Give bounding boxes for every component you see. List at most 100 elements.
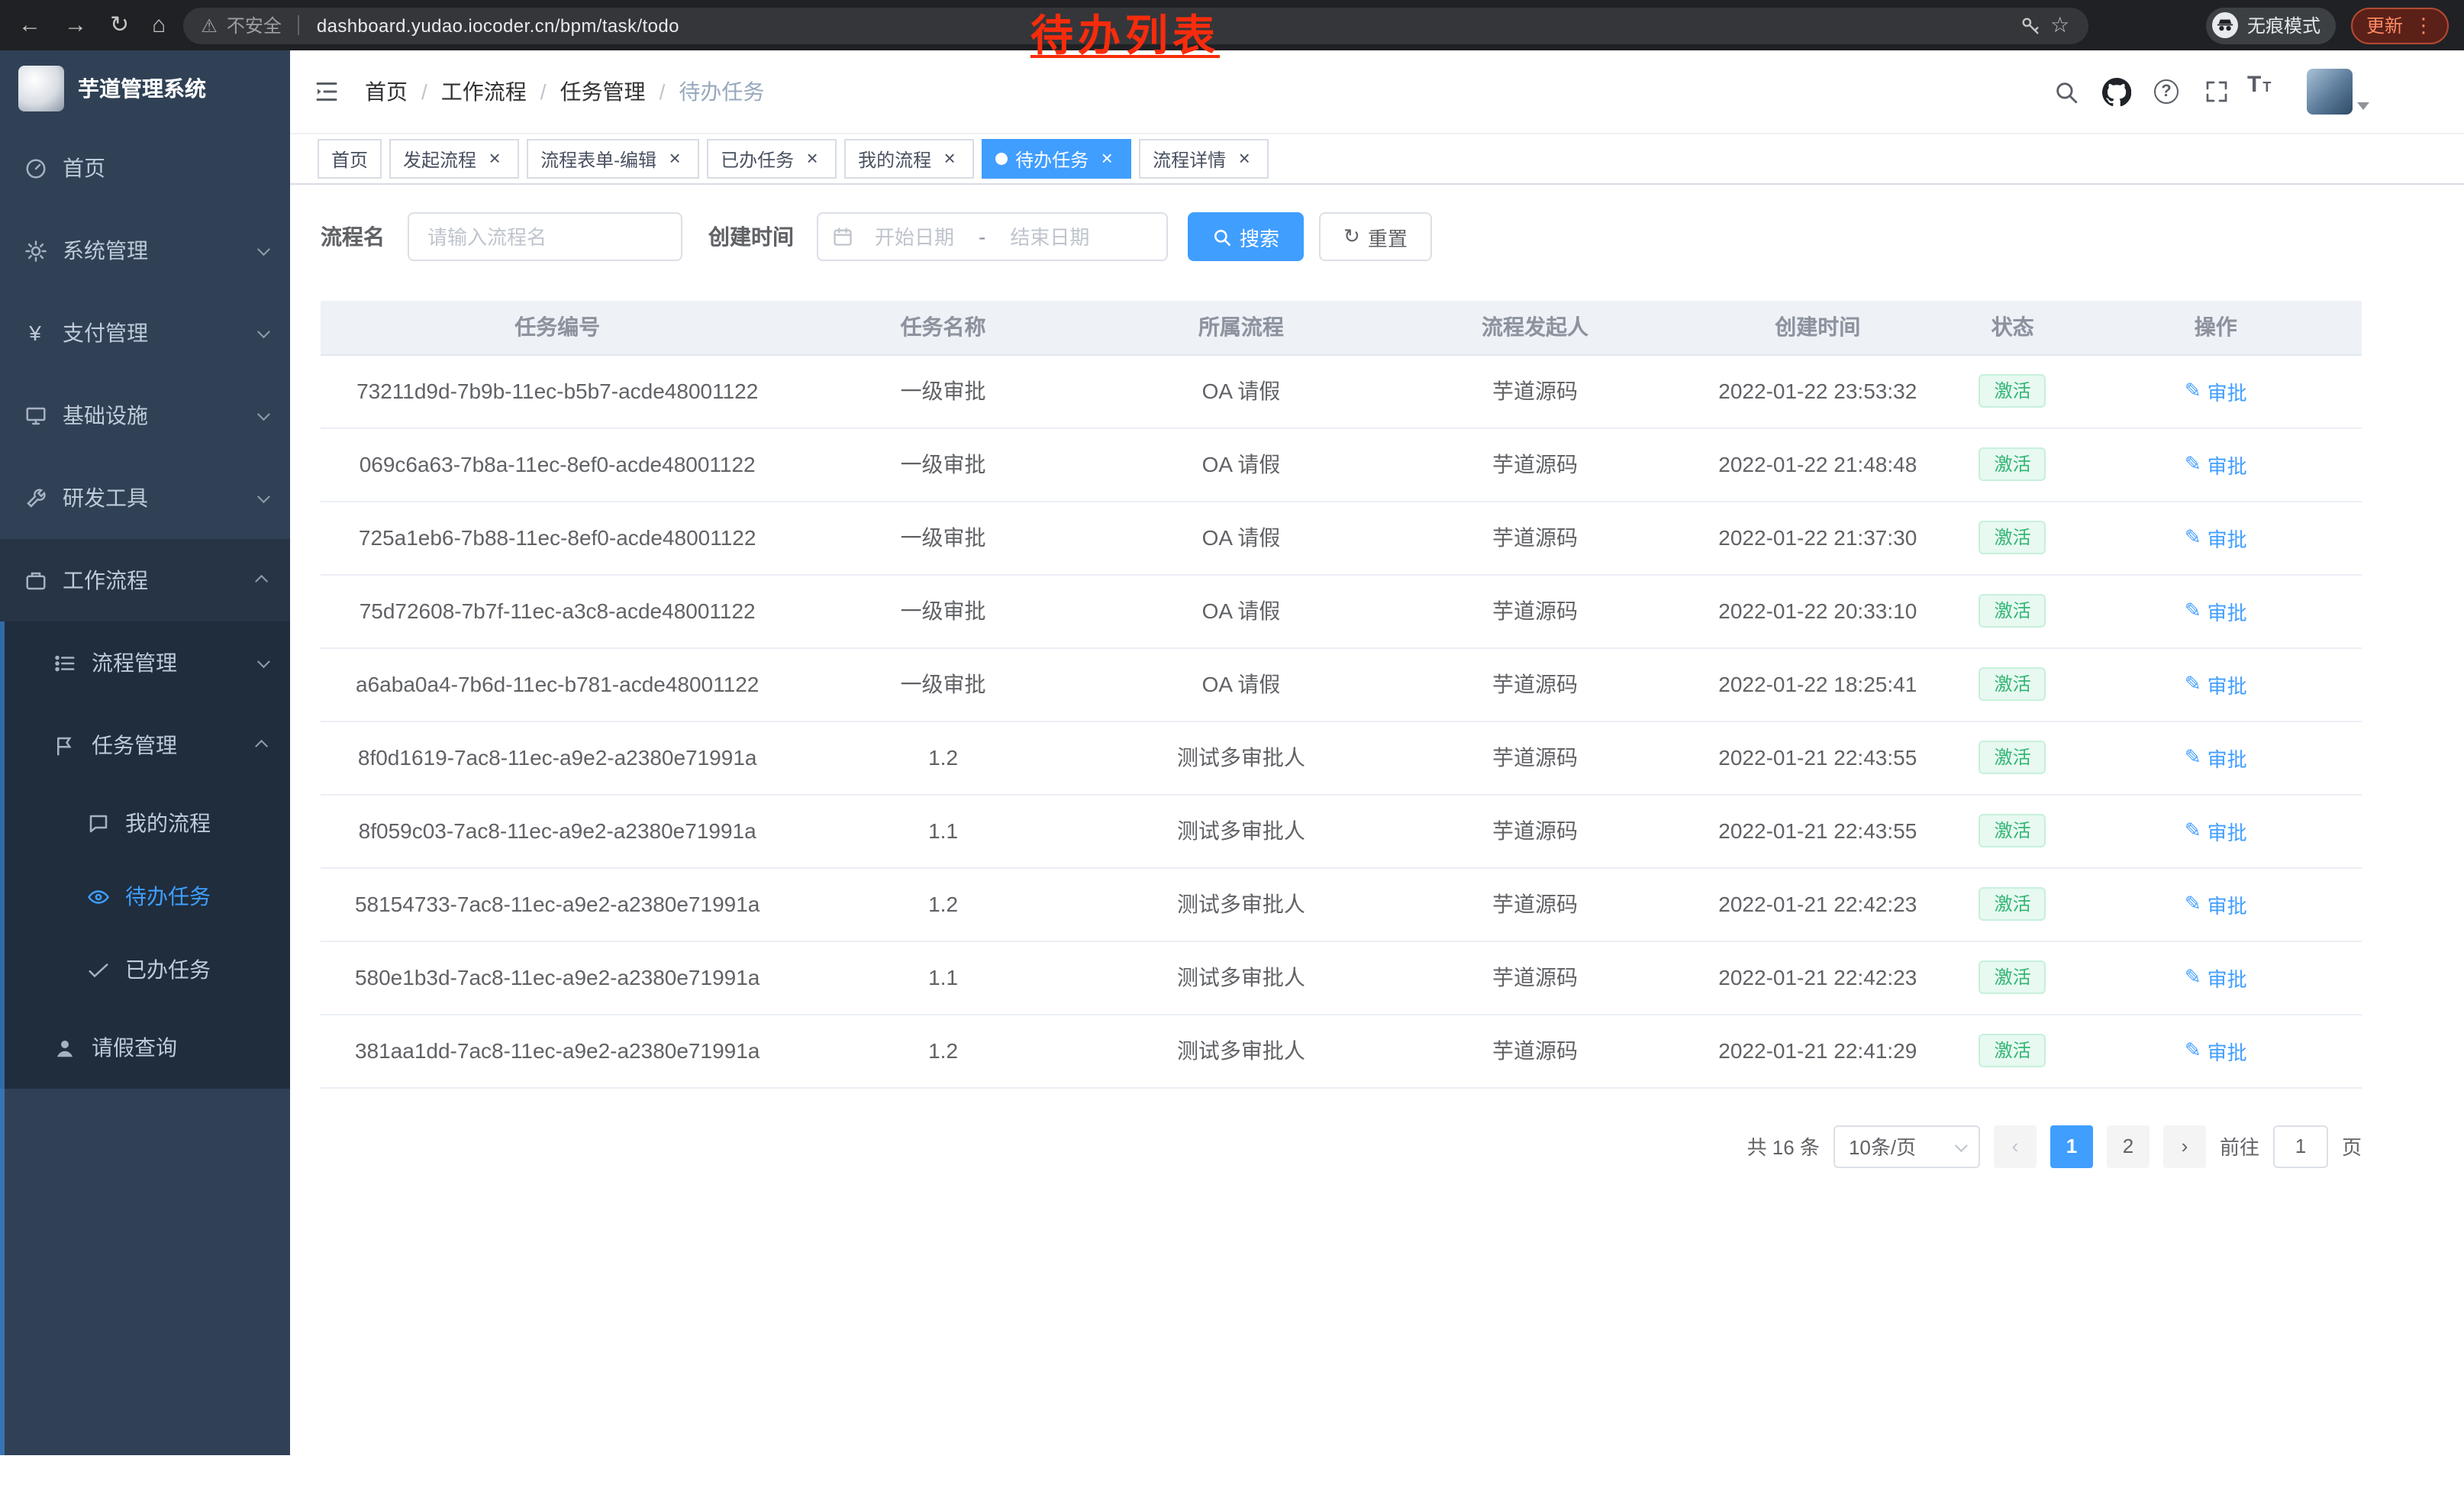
incognito-label: 无痕模式 [2247,12,2320,38]
font-size-icon[interactable]: TT [2247,72,2287,111]
start-date-input[interactable] [856,225,972,248]
page-button-2[interactable]: 2 [2107,1125,2150,1167]
incognito-badge[interactable]: 无痕模式 [2206,7,2336,44]
status-badge: 激活 [1979,814,2046,847]
sidebar-item-pay[interactable]: ¥ 支付管理 [0,292,290,374]
tab-home[interactable]: 首页 [318,139,382,179]
page-button-1[interactable]: 1 [2050,1125,2093,1167]
close-icon[interactable]: × [1234,148,1255,169]
cell-created: 2022-01-21 22:42:23 [1680,941,1956,1014]
next-page-button[interactable]: › [2163,1125,2206,1167]
security-label[interactable]: 不安全 [227,12,282,38]
address-url[interactable]: dashboard.yudao.iocoder.cn/bpm/task/todo [317,15,679,36]
sidebar-item-system[interactable]: 系统管理 [0,209,290,292]
goto-page-input[interactable] [2273,1125,2328,1167]
update-button[interactable]: 更新 ⋮ [2351,7,2449,44]
calendar-icon [832,226,853,247]
close-icon[interactable]: × [801,148,823,169]
close-icon[interactable]: × [484,148,505,169]
table-row: 069c6a63-7b8a-11ec-8ef0-acde48001122 一级审… [321,428,2362,501]
tab-label: 待办任务 [1015,146,1088,172]
home-icon[interactable]: ⌂ [152,14,166,37]
avatar[interactable] [2307,69,2353,115]
table-row: 73211d9d-7b9b-11ec-b5b7-acde48001122 一级审… [321,354,2362,428]
sidebar-item-task-mgmt[interactable]: 任务管理 [0,704,290,786]
breadcrumb-task-mgmt[interactable]: 任务管理 [560,76,646,107]
date-range-picker[interactable]: - [817,212,1168,261]
sidebar-item-process-mgmt[interactable]: 流程管理 [0,621,290,704]
process-name-input[interactable] [408,212,682,261]
chat-icon [85,812,110,834]
chevron-down-icon [1955,1138,1968,1151]
cell-starter: 芋道源码 [1390,574,1680,647]
tab-done-tasks[interactable]: 已办任务 × [707,139,837,179]
app-logo-row[interactable]: 芋道管理系统 [0,50,290,127]
browser-menu-icon[interactable]: ⋮ [2414,13,2433,37]
tab-my-process[interactable]: 我的流程 × [844,139,974,179]
tab-label: 流程表单-编辑 [540,146,656,172]
sidebar-fold-icon[interactable] [313,78,340,105]
tab-start-process[interactable]: 发起流程 × [389,139,519,179]
prev-page-button[interactable]: ‹ [1994,1125,2037,1167]
sidebar-item-label: 流程管理 [92,647,177,678]
approve-link[interactable]: ✎审批 [2185,450,2247,479]
breadcrumb-home[interactable]: 首页 [365,76,408,107]
approve-link[interactable]: ✎审批 [2185,523,2247,552]
close-icon[interactable]: × [1096,148,1118,169]
cell-process: 测试多审批人 [1092,794,1390,867]
reset-button[interactable]: ↻ 重置 [1319,212,1432,261]
page-size-select[interactable]: 10条/页 [1833,1125,1980,1167]
end-date-input[interactable] [992,225,1108,248]
fullscreen-icon[interactable] [2197,72,2237,111]
github-icon[interactable] [2096,72,2136,111]
reload-icon[interactable]: ↻ [110,14,129,37]
browser-right-controls: 无痕模式 更新 ⋮ [2206,7,2464,44]
todo-task-table: 任务编号 任务名称 所属流程 流程发起人 创建时间 状态 操作 73211d9d… [321,301,2362,1088]
sidebar-item-infra[interactable]: 基础设施 [0,374,290,457]
tab-label: 我的流程 [858,146,931,172]
chevron-down-icon [2357,102,2369,110]
sidebar-item-devtools[interactable]: 研发工具 [0,457,290,539]
cell-created: 2022-01-21 22:41:29 [1680,1014,1956,1087]
approve-link[interactable]: ✎审批 [2185,963,2247,992]
cell-task-name: 1.1 [794,794,1092,867]
approve-link[interactable]: ✎审批 [2185,1036,2247,1065]
refresh-icon: ↻ [1343,224,1360,249]
breadcrumb-workflow[interactable]: 工作流程 [441,76,527,107]
back-icon[interactable]: ← [18,14,41,37]
sidebar-item-todo-tasks[interactable]: 待办任务 [0,860,290,933]
search-button[interactable]: 搜索 [1188,212,1304,261]
sidebar-item-home[interactable]: 首页 [0,127,290,209]
close-icon[interactable]: × [664,148,685,169]
sidebar-item-workflow[interactable]: 工作流程 [0,539,290,621]
cell-created: 2022-01-22 18:25:41 [1680,647,1956,721]
approve-link[interactable]: ✎审批 [2185,743,2247,772]
chevron-up-icon [255,575,268,588]
sidebar-scrollbar[interactable] [0,621,5,1455]
forward-icon[interactable]: → [64,14,87,37]
tab-process-detail[interactable]: 流程详情 × [1139,139,1269,179]
password-key-icon[interactable] [2020,15,2041,36]
help-icon[interactable]: ? [2146,72,2186,111]
address-divider [298,15,300,35]
chevron-down-icon [257,243,270,256]
cell-starter: 芋道源码 [1390,1014,1680,1087]
approve-link[interactable]: ✎审批 [2185,596,2247,625]
cell-starter: 芋道源码 [1390,354,1680,428]
edit-icon: ✎ [2185,452,2201,476]
sidebar-item-leave-query[interactable]: 请假查询 [0,1006,290,1089]
sidebar-item-my-process[interactable]: 我的流程 [0,786,290,860]
tab-todo-tasks[interactable]: 待办任务 × [982,139,1131,179]
user-menu[interactable] [2307,69,2369,115]
tab-form-edit[interactable]: 流程表单-编辑 × [527,139,699,179]
approve-link[interactable]: ✎审批 [2185,816,2247,845]
sidebar-item-done-tasks[interactable]: 已办任务 [0,933,290,1006]
close-icon[interactable]: × [939,148,960,169]
approve-link[interactable]: ✎审批 [2185,670,2247,699]
search-icon[interactable] [2046,72,2085,111]
approve-link[interactable]: ✎审批 [2185,889,2247,918]
approve-link[interactable]: ✎审批 [2185,376,2247,405]
incognito-icon [2212,12,2238,38]
bookmark-star-icon[interactable]: ☆ [2050,12,2069,38]
table-row: a6aba0a4-7b6d-11ec-b781-acde48001122 一级审… [321,647,2362,721]
